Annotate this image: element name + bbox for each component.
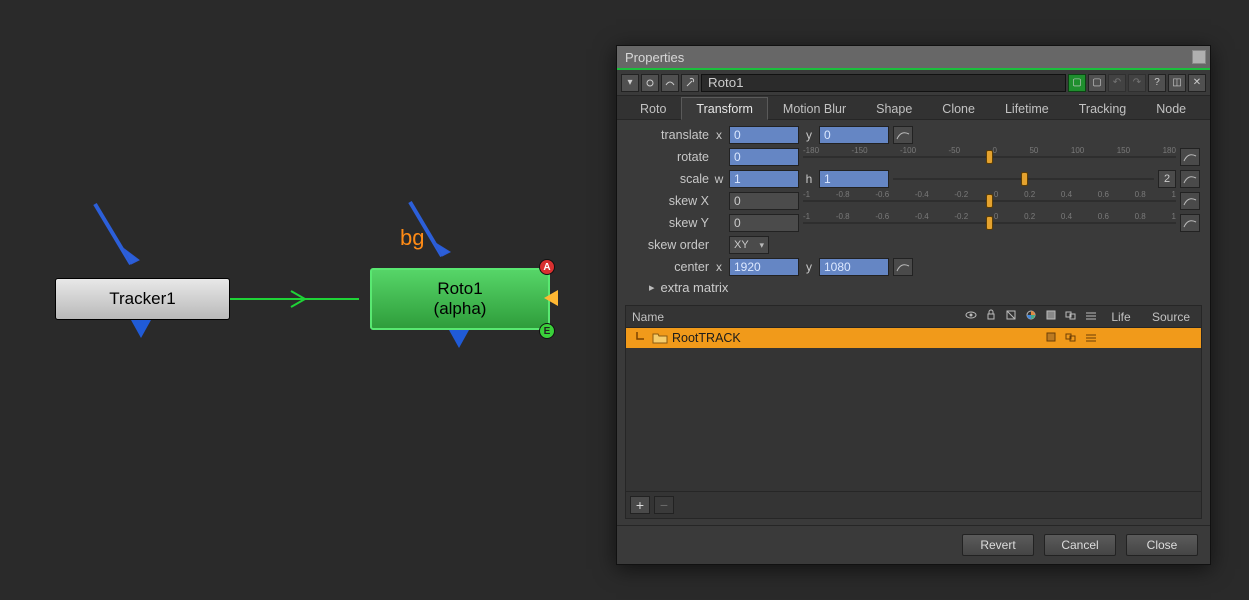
scale-w-field[interactable] xyxy=(729,170,799,188)
roto-node[interactable]: Roto1 (alpha) xyxy=(370,268,550,330)
extra-matrix-disclosure[interactable]: extra matrix xyxy=(649,280,1200,295)
tree-branch-icon xyxy=(626,331,648,345)
close-button[interactable]: Close xyxy=(1126,534,1198,556)
node-header-bar: ▾ ▢ ▢ ↶ ↷ ? ◫ ✕ xyxy=(617,70,1210,96)
extra-matrix-label: extra matrix xyxy=(661,280,729,295)
th-overlay-icon[interactable] xyxy=(1001,309,1021,324)
th-fill-icon[interactable] xyxy=(1041,309,1061,324)
tab-clone[interactable]: Clone xyxy=(927,97,990,120)
th-source[interactable]: Source xyxy=(1141,310,1201,324)
tracker-node[interactable]: Tracker1 xyxy=(55,278,230,320)
shape-tree: Name Life Source RootTRACK xyxy=(625,305,1202,519)
tracker-node-label: Tracker1 xyxy=(109,289,175,309)
popout-icon[interactable]: ◫ xyxy=(1168,74,1186,92)
panel-titlebar[interactable]: Properties xyxy=(617,46,1210,68)
roto-expression-badge[interactable]: E xyxy=(539,323,555,339)
collapse-icon[interactable]: ▾ xyxy=(621,74,639,92)
translate-x-field[interactable] xyxy=(729,126,799,144)
tree-row-name: RootTRACK xyxy=(672,331,961,345)
folder-icon xyxy=(652,332,668,344)
roto-node-sublabel: (alpha) xyxy=(434,299,487,319)
properties-panel: Properties ▾ ▢ ▢ ↶ ↷ ? ◫ ✕ Roto Transfor… xyxy=(616,45,1211,565)
th-visible-icon[interactable] xyxy=(961,309,981,324)
tree-header: Name Life Source xyxy=(626,306,1201,328)
tab-lifetime[interactable]: Lifetime xyxy=(990,97,1064,120)
tab-tracking[interactable]: Tracking xyxy=(1064,97,1141,120)
skewx-field[interactable] xyxy=(729,192,799,210)
roto-output-arrow[interactable] xyxy=(449,330,469,348)
center-curve-icon[interactable] xyxy=(893,258,913,276)
roto-alpha-badge[interactable]: A xyxy=(539,259,555,275)
skewy-curve-icon[interactable] xyxy=(1180,214,1200,232)
tab-motion-blur[interactable]: Motion Blur xyxy=(768,97,861,120)
roto-node-label: Roto1 xyxy=(437,279,482,299)
translate-y-field[interactable] xyxy=(819,126,889,144)
tab-bar: Roto Transform Motion Blur Shape Clone L… xyxy=(617,96,1210,120)
skewx-curve-icon[interactable] xyxy=(1180,192,1200,210)
bg-label: bg xyxy=(400,225,424,251)
scale-label: scale xyxy=(627,172,709,186)
window-close-button[interactable] xyxy=(1192,50,1206,64)
color-swatch-gray-icon[interactable]: ▢ xyxy=(1088,74,1106,92)
row-mode-cell[interactable] xyxy=(1061,331,1081,346)
node-name-field[interactable] xyxy=(701,74,1066,92)
center-label: center xyxy=(627,260,709,274)
tab-transform[interactable]: Transform xyxy=(681,97,768,120)
edge-tracker-to-roto[interactable] xyxy=(229,288,374,312)
revert-button[interactable]: Revert xyxy=(962,534,1034,556)
tree-footer: + − xyxy=(626,491,1201,518)
translate-label: translate xyxy=(627,128,709,142)
center-x-field[interactable] xyxy=(729,258,799,276)
add-layer-button[interactable]: + xyxy=(630,496,650,514)
transform-form: translate x y rotate -180-150-100-500501… xyxy=(617,120,1210,299)
th-blur-icon[interactable] xyxy=(1081,309,1101,324)
center-node-icon[interactable] xyxy=(641,74,659,92)
help-icon[interactable]: ? xyxy=(1148,74,1166,92)
rotate-slider[interactable]: -180-150-100-50050100150180 xyxy=(803,148,1176,166)
skewx-slider[interactable]: -1-0.8-0.6-0.4-0.200.20.40.60.81 xyxy=(803,192,1176,210)
skewy-slider[interactable]: -1-0.8-0.6-0.4-0.200.20.40.60.81 xyxy=(803,214,1176,232)
close-node-icon[interactable]: ✕ xyxy=(1188,74,1206,92)
skewy-label: skew Y xyxy=(627,216,709,230)
skeworder-label: skew order xyxy=(627,238,709,252)
scale-curve-icon[interactable] xyxy=(1180,170,1200,188)
skewy-field[interactable] xyxy=(729,214,799,232)
scale-end-value[interactable]: 2 xyxy=(1158,170,1176,188)
rotate-curve-icon[interactable] xyxy=(1180,148,1200,166)
center-y-field[interactable] xyxy=(819,258,889,276)
skewx-label: skew X xyxy=(627,194,709,208)
wrench-icon[interactable] xyxy=(681,74,699,92)
th-name[interactable]: Name xyxy=(626,310,961,324)
tab-node[interactable]: Node xyxy=(1141,97,1201,120)
rotate-field[interactable] xyxy=(729,148,799,166)
th-life[interactable]: Life xyxy=(1101,310,1141,324)
undo-icon[interactable]: ↶ xyxy=(1108,74,1126,92)
translate-curve-icon[interactable] xyxy=(893,126,913,144)
remove-layer-button: − xyxy=(654,496,674,514)
redo-icon[interactable]: ↷ xyxy=(1128,74,1146,92)
plug-icon[interactable] xyxy=(661,74,679,92)
row-blur-cell[interactable] xyxy=(1081,331,1101,346)
scale-h-field[interactable] xyxy=(819,170,889,188)
cancel-button[interactable]: Cancel xyxy=(1044,534,1116,556)
scale-slider[interactable] xyxy=(893,170,1154,188)
tracker-output-arrow[interactable] xyxy=(131,320,151,338)
color-swatch-green-icon[interactable]: ▢ xyxy=(1068,74,1086,92)
tracker-input-arrow[interactable] xyxy=(83,200,153,278)
tab-shape[interactable]: Shape xyxy=(861,97,927,120)
panel-title: Properties xyxy=(625,50,684,65)
row-fill-cell[interactable] xyxy=(1041,331,1061,346)
tab-roto[interactable]: Roto xyxy=(625,97,681,120)
roto-side-input[interactable] xyxy=(544,290,558,306)
th-lock-icon[interactable] xyxy=(981,309,1001,324)
skeworder-select[interactable]: XY xyxy=(729,236,769,254)
rotate-label: rotate xyxy=(627,150,709,164)
th-color-icon[interactable] xyxy=(1021,309,1041,324)
tree-body[interactable] xyxy=(626,348,1201,491)
th-mode-icon[interactable] xyxy=(1061,309,1081,324)
panel-footer: Revert Cancel Close xyxy=(617,525,1210,564)
tree-row-root[interactable]: RootTRACK xyxy=(626,328,1201,348)
